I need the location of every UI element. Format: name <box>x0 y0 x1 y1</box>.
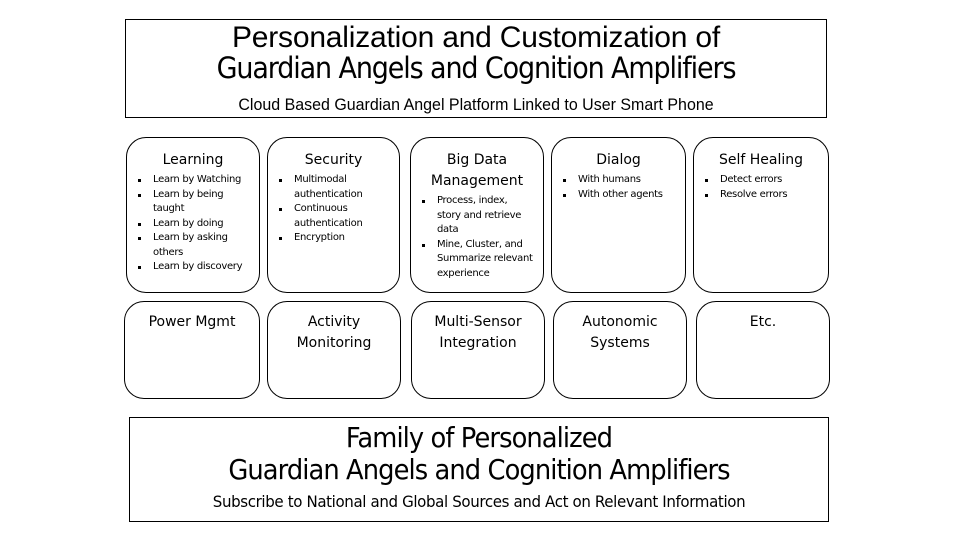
card-dialog: Dialog With humans With other agents <box>551 137 686 293</box>
card-self-healing: Self Healing Detect errors Resolve error… <box>693 137 829 293</box>
bullet-item: Learn by Watching <box>135 173 255 188</box>
family-subtitle: Subscribe to National and Global Sources… <box>212 492 746 511</box>
card-activity-monitoring: Activity Monitoring <box>267 301 401 399</box>
platform-title-line2: Guardian Angels and Cognition Amplifiers <box>216 51 737 85</box>
card-learning: Learning Learn by Watching Learn by bein… <box>126 137 260 293</box>
bullet-item: Resolve errors <box>702 188 824 203</box>
platform-subtitle: Cloud Based Guardian Angel Platform Link… <box>238 95 714 114</box>
family-title-line2: Guardian Angels and Cognition Amplifiers <box>228 453 730 486</box>
bullet-item: Learn by asking others <box>135 231 255 260</box>
card-title: Learning <box>162 152 224 168</box>
card-title: Big Data Management <box>430 152 524 189</box>
card-big-data-management: Big Data Management Process, index, stor… <box>410 137 544 293</box>
family-title: Family of Personalized Guardian Angels a… <box>130 422 828 486</box>
bullet-item: Encryption <box>276 231 385 246</box>
card-title: Dialog <box>596 152 641 168</box>
family-title-line1: Family of Personalized <box>345 421 613 454</box>
platform-header-box: Personalization and Customization of Gua… <box>125 19 827 118</box>
bullet-item: Learn by discovery <box>135 260 255 275</box>
bullet-item: Mine, Cluster, and Summarize relevant ex… <box>419 238 533 282</box>
card-title: Power Mgmt <box>148 314 236 330</box>
platform-title-line1: Personalization and Customization of <box>231 21 721 54</box>
card-title: Security <box>304 152 363 168</box>
card-security: Security Multimodal authentication Conti… <box>267 137 400 293</box>
card-power-mgmt: Power Mgmt <box>124 301 260 399</box>
card-title: Etc. <box>749 314 777 330</box>
card-autonomic-systems: Autonomic Systems <box>553 301 687 399</box>
family-footer-box: Family of Personalized Guardian Angels a… <box>129 417 829 522</box>
bullet-item: With humans <box>560 173 681 188</box>
bullet-list: With humans With other agents <box>552 173 685 202</box>
bullet-list: Process, index, story and retrieve data … <box>411 194 543 281</box>
bullet-item: Process, index, story and retrieve data <box>419 194 533 238</box>
bullet-list: Detect errors Resolve errors <box>694 173 828 202</box>
card-etc: Etc. <box>696 301 830 399</box>
bullet-item: With other agents <box>560 188 681 203</box>
bullet-list: Multimodal authentication Continuous aut… <box>268 173 399 246</box>
bullet-list: Learn by Watching Learn by being taught … <box>127 173 259 275</box>
bullet-item: Continuous authentication <box>276 202 385 231</box>
bullet-item: Detect errors <box>702 173 824 188</box>
card-title: Self Healing <box>718 152 804 168</box>
card-title: Autonomic Systems <box>582 314 658 351</box>
bullet-item: Learn by doing <box>135 217 255 232</box>
card-multi-sensor-integration: Multi-Sensor Integration <box>411 301 545 399</box>
card-title: Multi-Sensor Integration <box>434 314 522 351</box>
bullet-item: Learn by being taught <box>135 188 255 217</box>
bullet-item: Multimodal authentication <box>276 173 385 202</box>
platform-title: Personalization and Customization of Gua… <box>126 21 826 85</box>
card-title: Activity Monitoring <box>296 314 372 351</box>
